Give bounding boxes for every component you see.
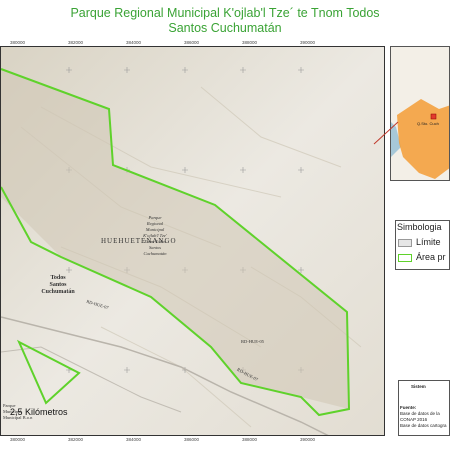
town-label: Todos Santos Cuchumatán: [37, 275, 79, 296]
map-canvas: [1, 47, 384, 435]
legend-item-label: Límite: [416, 237, 441, 247]
park-label: Parque Regional Municipal K'ojlab'l Tze'…: [131, 215, 179, 257]
park-label-line: Cuchumatán: [143, 251, 167, 256]
legend-item-area: Área pr: [398, 252, 446, 262]
source-line: Base de datos cartogra: [400, 423, 447, 428]
x-tick-label: 386000: [184, 437, 200, 442]
x-tick-label: 390000: [300, 40, 316, 45]
legend-title: Simbologia: [397, 222, 442, 232]
x-tick-label: 390000: [300, 437, 316, 442]
legend-panel: Simbologia Límite Área pr: [395, 220, 450, 270]
legend-item-limit: Límite: [398, 237, 441, 247]
x-tick-label: 384000: [126, 40, 142, 45]
x-tick-label: 382000: [68, 437, 84, 442]
inset-locator-marker: [430, 113, 437, 120]
x-tick-label: 380000: [10, 437, 26, 442]
map-title-line2: Santos Cuchumatán: [168, 21, 282, 35]
town-label-line: Cuchumatán: [41, 289, 75, 295]
legend-item-label: Área pr: [416, 252, 446, 262]
town-label-line: Santos: [49, 282, 67, 288]
town-label-line: Todos: [50, 275, 66, 281]
source-heading: Sistem: [411, 384, 426, 389]
source-panel: Sistem Fuente: Base de datos de la CONAP…: [398, 380, 450, 436]
inset-locator-map: Q.Sto. Cuch: [390, 46, 450, 181]
map-title-line1: Parque Regional Municipal K'ojlab'l Tze´…: [70, 6, 380, 20]
x-tick-label: 380000: [10, 40, 26, 45]
x-tick-label: 386000: [184, 40, 200, 45]
inset-canvas: [391, 47, 449, 180]
area-swatch: [398, 253, 412, 262]
x-tick-label: 388000: [242, 437, 258, 442]
x-tick-label: 384000: [126, 437, 142, 442]
main-map[interactable]: HUEHUETENANGO Parque Regional Municipal …: [0, 46, 385, 436]
limit-swatch: [398, 238, 412, 247]
road-label: RD-HUE-05: [241, 339, 264, 344]
scale-bar-label: 2,5 Kilómetros: [10, 407, 68, 417]
source-line: CONAP 2016: [400, 417, 428, 422]
x-tick-label: 382000: [68, 40, 84, 45]
inset-place-label: Q.Sto. Cuch: [417, 121, 439, 126]
source-line: Base de datos de la: [400, 411, 440, 416]
inset-connector: [373, 121, 399, 145]
map-title: Parque Regional Municipal K'ojlab'l Tze´…: [0, 6, 450, 36]
source-fuente-label: Fuente:: [400, 405, 417, 410]
x-tick-label: 388000: [242, 40, 258, 45]
